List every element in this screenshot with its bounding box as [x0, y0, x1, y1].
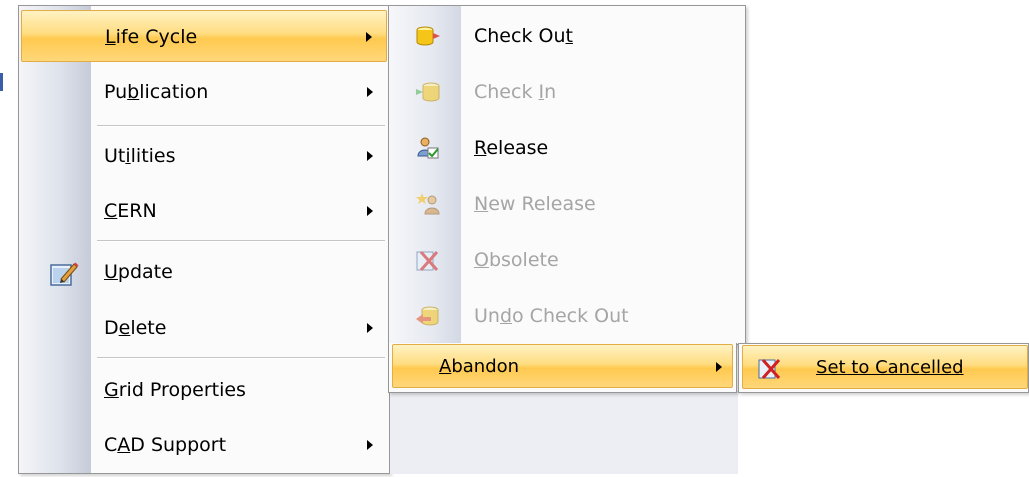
menu-item-abandon[interactable]: Abandon — [392, 344, 733, 388]
life-cycle-submenu: Check Out Check In Release New Release O… — [388, 5, 746, 345]
menu-item-delete[interactable]: Delete — [21, 302, 387, 354]
menu-item-label: Release — [474, 137, 549, 159]
menu-item-check-in[interactable]: Check In — [391, 66, 743, 118]
release-icon — [415, 136, 441, 160]
menu-separator — [97, 240, 385, 242]
submenu-arrow-icon — [367, 206, 373, 216]
menu-item-obsolete[interactable]: Obsolete — [391, 234, 743, 286]
context-menu: Life Cycle Publication Utilities CERN Up… — [18, 5, 390, 474]
menu-item-label: Delete — [104, 317, 167, 339]
menu-item-label: Grid Properties — [104, 379, 246, 401]
menu-item-cad-support[interactable]: CAD Support — [21, 419, 387, 471]
submenu-arrow-icon — [366, 32, 372, 42]
menu-item-label: Abandon — [439, 356, 520, 377]
edit-document-icon — [49, 260, 79, 288]
menu-item-utilities[interactable]: Utilities — [21, 130, 387, 182]
menu-item-label: Update — [104, 261, 173, 283]
menu-item-check-out[interactable]: Check Out — [391, 10, 743, 62]
menu-item-label: Publication — [104, 81, 209, 103]
menu-item-undo-check-out[interactable]: Undo Check Out — [391, 290, 743, 342]
menu-item-label: Check Out — [474, 25, 573, 47]
menu-separator — [97, 357, 385, 359]
menu-item-label: Life Cycle — [105, 26, 198, 48]
check-in-icon — [415, 80, 441, 104]
menu-separator — [97, 125, 385, 127]
submenu-arrow-icon — [367, 151, 373, 161]
menu-item-life-cycle[interactable]: Life Cycle — [21, 10, 387, 62]
new-release-icon — [415, 192, 441, 216]
menu-item-label: CERN — [104, 200, 157, 222]
cancel-icon — [757, 356, 783, 380]
submenu-arrow-icon — [367, 440, 373, 450]
obsolete-icon — [415, 248, 441, 272]
menu-item-set-to-cancelled[interactable]: Set to Cancelled — [742, 345, 1028, 389]
menu-item-label: Obsolete — [474, 249, 559, 271]
submenu-arrow-icon — [367, 323, 373, 333]
menu-item-publication[interactable]: Publication — [21, 66, 387, 118]
background-panel — [390, 390, 738, 474]
menu-item-cern[interactable]: CERN — [21, 185, 387, 237]
menu-item-label: New Release — [474, 193, 596, 215]
menu-item-label: Set to Cancelled — [816, 357, 964, 378]
menu-item-label: Check In — [474, 81, 557, 103]
check-out-icon — [415, 24, 441, 48]
submenu-arrow-icon — [367, 87, 373, 97]
menu-item-label: CAD Support — [104, 434, 227, 456]
menu-item-label: Utilities — [104, 145, 176, 167]
menu-item-new-release[interactable]: New Release — [391, 178, 743, 230]
undo-check-out-icon — [415, 304, 441, 328]
menu-item-update[interactable]: Update — [21, 246, 387, 298]
abandon-submenu: Set to Cancelled — [738, 343, 1029, 393]
menu-item-grid-properties[interactable]: Grid Properties — [21, 364, 387, 416]
menu-item-release[interactable]: Release — [391, 122, 743, 174]
window-edge-marker — [0, 73, 3, 91]
abandon-row-panel: Abandon — [388, 343, 737, 393]
menu-item-label: Undo Check Out — [474, 305, 629, 327]
submenu-arrow-icon — [716, 362, 722, 372]
